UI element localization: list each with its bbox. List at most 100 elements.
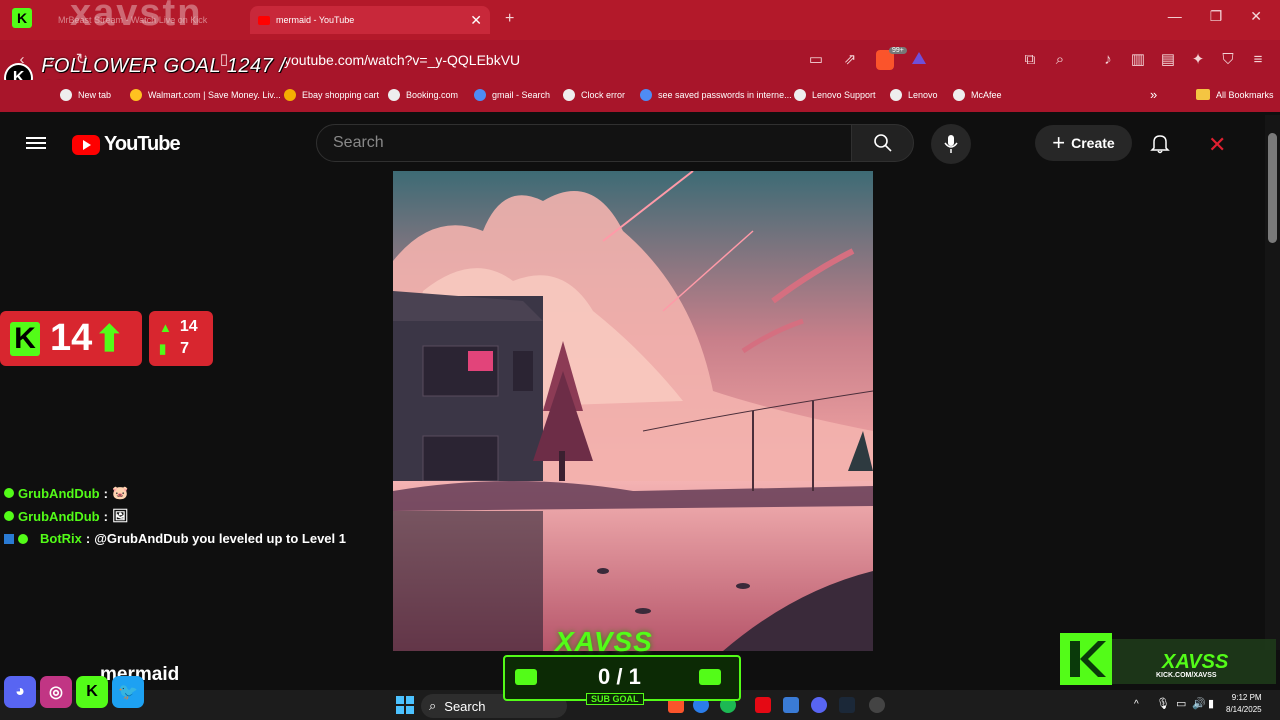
menu-icon[interactable]: ≡ [1248,50,1268,70]
instagram-icon: ◎ [40,676,72,708]
leo-ai-icon[interactable]: ✦ [1188,50,1208,70]
bookmark-favicon-icon [60,89,72,101]
bookmark-favicon-icon [284,89,296,101]
chat-message: GrubAndDub : 🖼 [4,508,128,524]
folder-icon [1196,89,1210,100]
address-bar[interactable]: youtube.com/watch?v=_y-QQLEbkVU [250,47,980,73]
sub-goal-count: 0 / 1 [598,664,641,689]
bookmark-item[interactable]: Lenovo [890,89,938,101]
voice-search-button[interactable] [931,124,971,164]
youtube-favicon-icon [258,15,270,25]
rewards-icon[interactable] [912,52,926,64]
chat-message: GrubAndDub : 🐷 [4,485,128,501]
sidebar-icon[interactable]: ▥ [1128,50,1148,70]
extension-badge: 99+ [889,47,907,54]
kick-brand-name: XAVSS [1162,651,1229,673]
discord-taskbar-icon[interactable] [811,697,827,713]
files-taskbar-icon[interactable] [783,697,799,713]
kick-logo-icon: K [10,321,40,356]
video-player[interactable] [393,171,873,651]
search-icon [873,134,892,152]
search-box [316,124,852,162]
cast-icon[interactable]: ▭ [806,50,826,70]
account-avatar[interactable]: ✕ [1208,132,1226,158]
kick-icon: K [76,676,108,708]
scrollbar-thumb[interactable] [1268,133,1277,243]
kick-brand-url: KICK.COM/XAVSS [1156,672,1217,679]
bell-icon [1150,135,1170,154]
screenshot-icon[interactable]: ⌕ [1050,50,1070,70]
tab-close-icon[interactable]: ✕ [470,12,482,29]
bookmark-item[interactable]: New tab [60,89,111,101]
microphone-icon[interactable]: 🎙 [1156,697,1170,710]
new-tab-icon[interactable]: + [505,10,514,28]
bookmark-favicon-icon [130,89,142,101]
create-label: Create [1071,135,1115,151]
tray-overflow-icon[interactable]: ^ [1134,699,1139,710]
verified-badge-icon [4,488,14,498]
bookmark-favicon-icon [388,89,400,101]
verified-badge-icon [4,511,14,521]
search-button[interactable] [851,124,914,162]
music-icon[interactable]: ♪ [1098,50,1118,70]
tab-title: MrBeast Stream - Watch Live on Kick [58,15,208,25]
bookmark-favicon-icon [563,89,575,101]
bookmark-item[interactable]: McAfee [953,89,1002,101]
minimize-icon[interactable]: — [1168,8,1182,25]
youtube-logo-text: YouTube [104,133,181,155]
share-icon[interactable]: ⇗ [840,50,860,70]
stat-viewers: ▮ 7 [159,340,190,357]
twitter-icon: 🐦 [112,676,144,708]
bookmark-favicon-icon [640,89,652,101]
bookmark-item[interactable]: Clock error [563,89,625,101]
battery-icon[interactable]: ▮ [1208,697,1214,710]
gift-icon [515,669,537,685]
guide-menu-icon[interactable] [26,134,46,152]
up-arrow-icon: ⬆ [94,317,125,359]
tab-title: mermaid - YouTube [276,15,355,25]
tab-kick-stream[interactable]: MrBeast Stream - Watch Live on Kick [30,6,240,34]
bookmark-item[interactable]: Lenovo Support [794,89,876,101]
follow-count: 14 [50,317,93,359]
verified-badge-icon [18,533,28,544]
taskbar-clock[interactable]: 9:12 PM 8/14/2025 [1226,692,1262,716]
sub-goal-label: SUB GOAL [586,693,644,705]
volume-icon[interactable]: 🔊 [1192,697,1206,710]
youtube-logo[interactable]: YouTube [72,133,181,156]
close-icon[interactable]: ✕ [1250,8,1262,25]
bot-badge-icon [4,533,14,544]
bookmarks-overflow-icon[interactable]: » [1150,87,1157,102]
stat-upvotes: ▲ 14 [159,318,198,335]
extensions-icon[interactable]: ⧉ [1020,50,1040,70]
search-icon: ⌕ [429,698,437,713]
discord-icon: ◕ [4,676,36,708]
tree-icon: ▲ [159,319,172,335]
wallet-icon[interactable]: ▤ [1158,50,1178,70]
bookmark-item[interactable]: gmail - Search [474,89,550,101]
kick-follow-counter: K 14 ⬆ [0,311,142,366]
window-controls: — ❐ ✕ [1168,8,1280,25]
kick-favicon-icon: K [12,8,32,28]
search-input[interactable] [331,133,835,153]
bookmark-item[interactable]: see saved passwords in interne... [640,89,792,101]
netflix-taskbar-icon[interactable] [755,697,771,713]
vpn-icon[interactable]: ⛉ [1218,50,1238,70]
bookmark-favicon-icon [953,89,965,101]
bookmark-item[interactable]: Booking.com [388,89,458,101]
bookmark-item[interactable]: Walmart.com | Save Money. Liv... [130,89,281,101]
all-bookmarks[interactable]: All Bookmarks [1196,89,1274,100]
youtube-play-icon [72,134,100,155]
network-icon[interactable]: ▭ [1176,697,1186,710]
notifications-button[interactable] [1148,131,1172,155]
create-button[interactable]: + Create [1035,125,1132,161]
bookmark-item[interactable]: Ebay shopping cart [284,89,379,101]
windows-start-icon[interactable] [396,696,414,714]
sub-goal-brand: XAVSS [555,626,653,657]
app-taskbar-icon[interactable] [869,697,885,713]
maximize-icon[interactable]: ❐ [1210,8,1223,25]
kick-stats-panel: ▲ 14 ▮ 7 [149,311,213,366]
steam-taskbar-icon[interactable] [839,697,855,713]
plus-icon: + [1052,130,1066,155]
tab-youtube[interactable]: mermaid - YouTube ✕ [250,6,490,34]
video-artwork [393,171,873,651]
